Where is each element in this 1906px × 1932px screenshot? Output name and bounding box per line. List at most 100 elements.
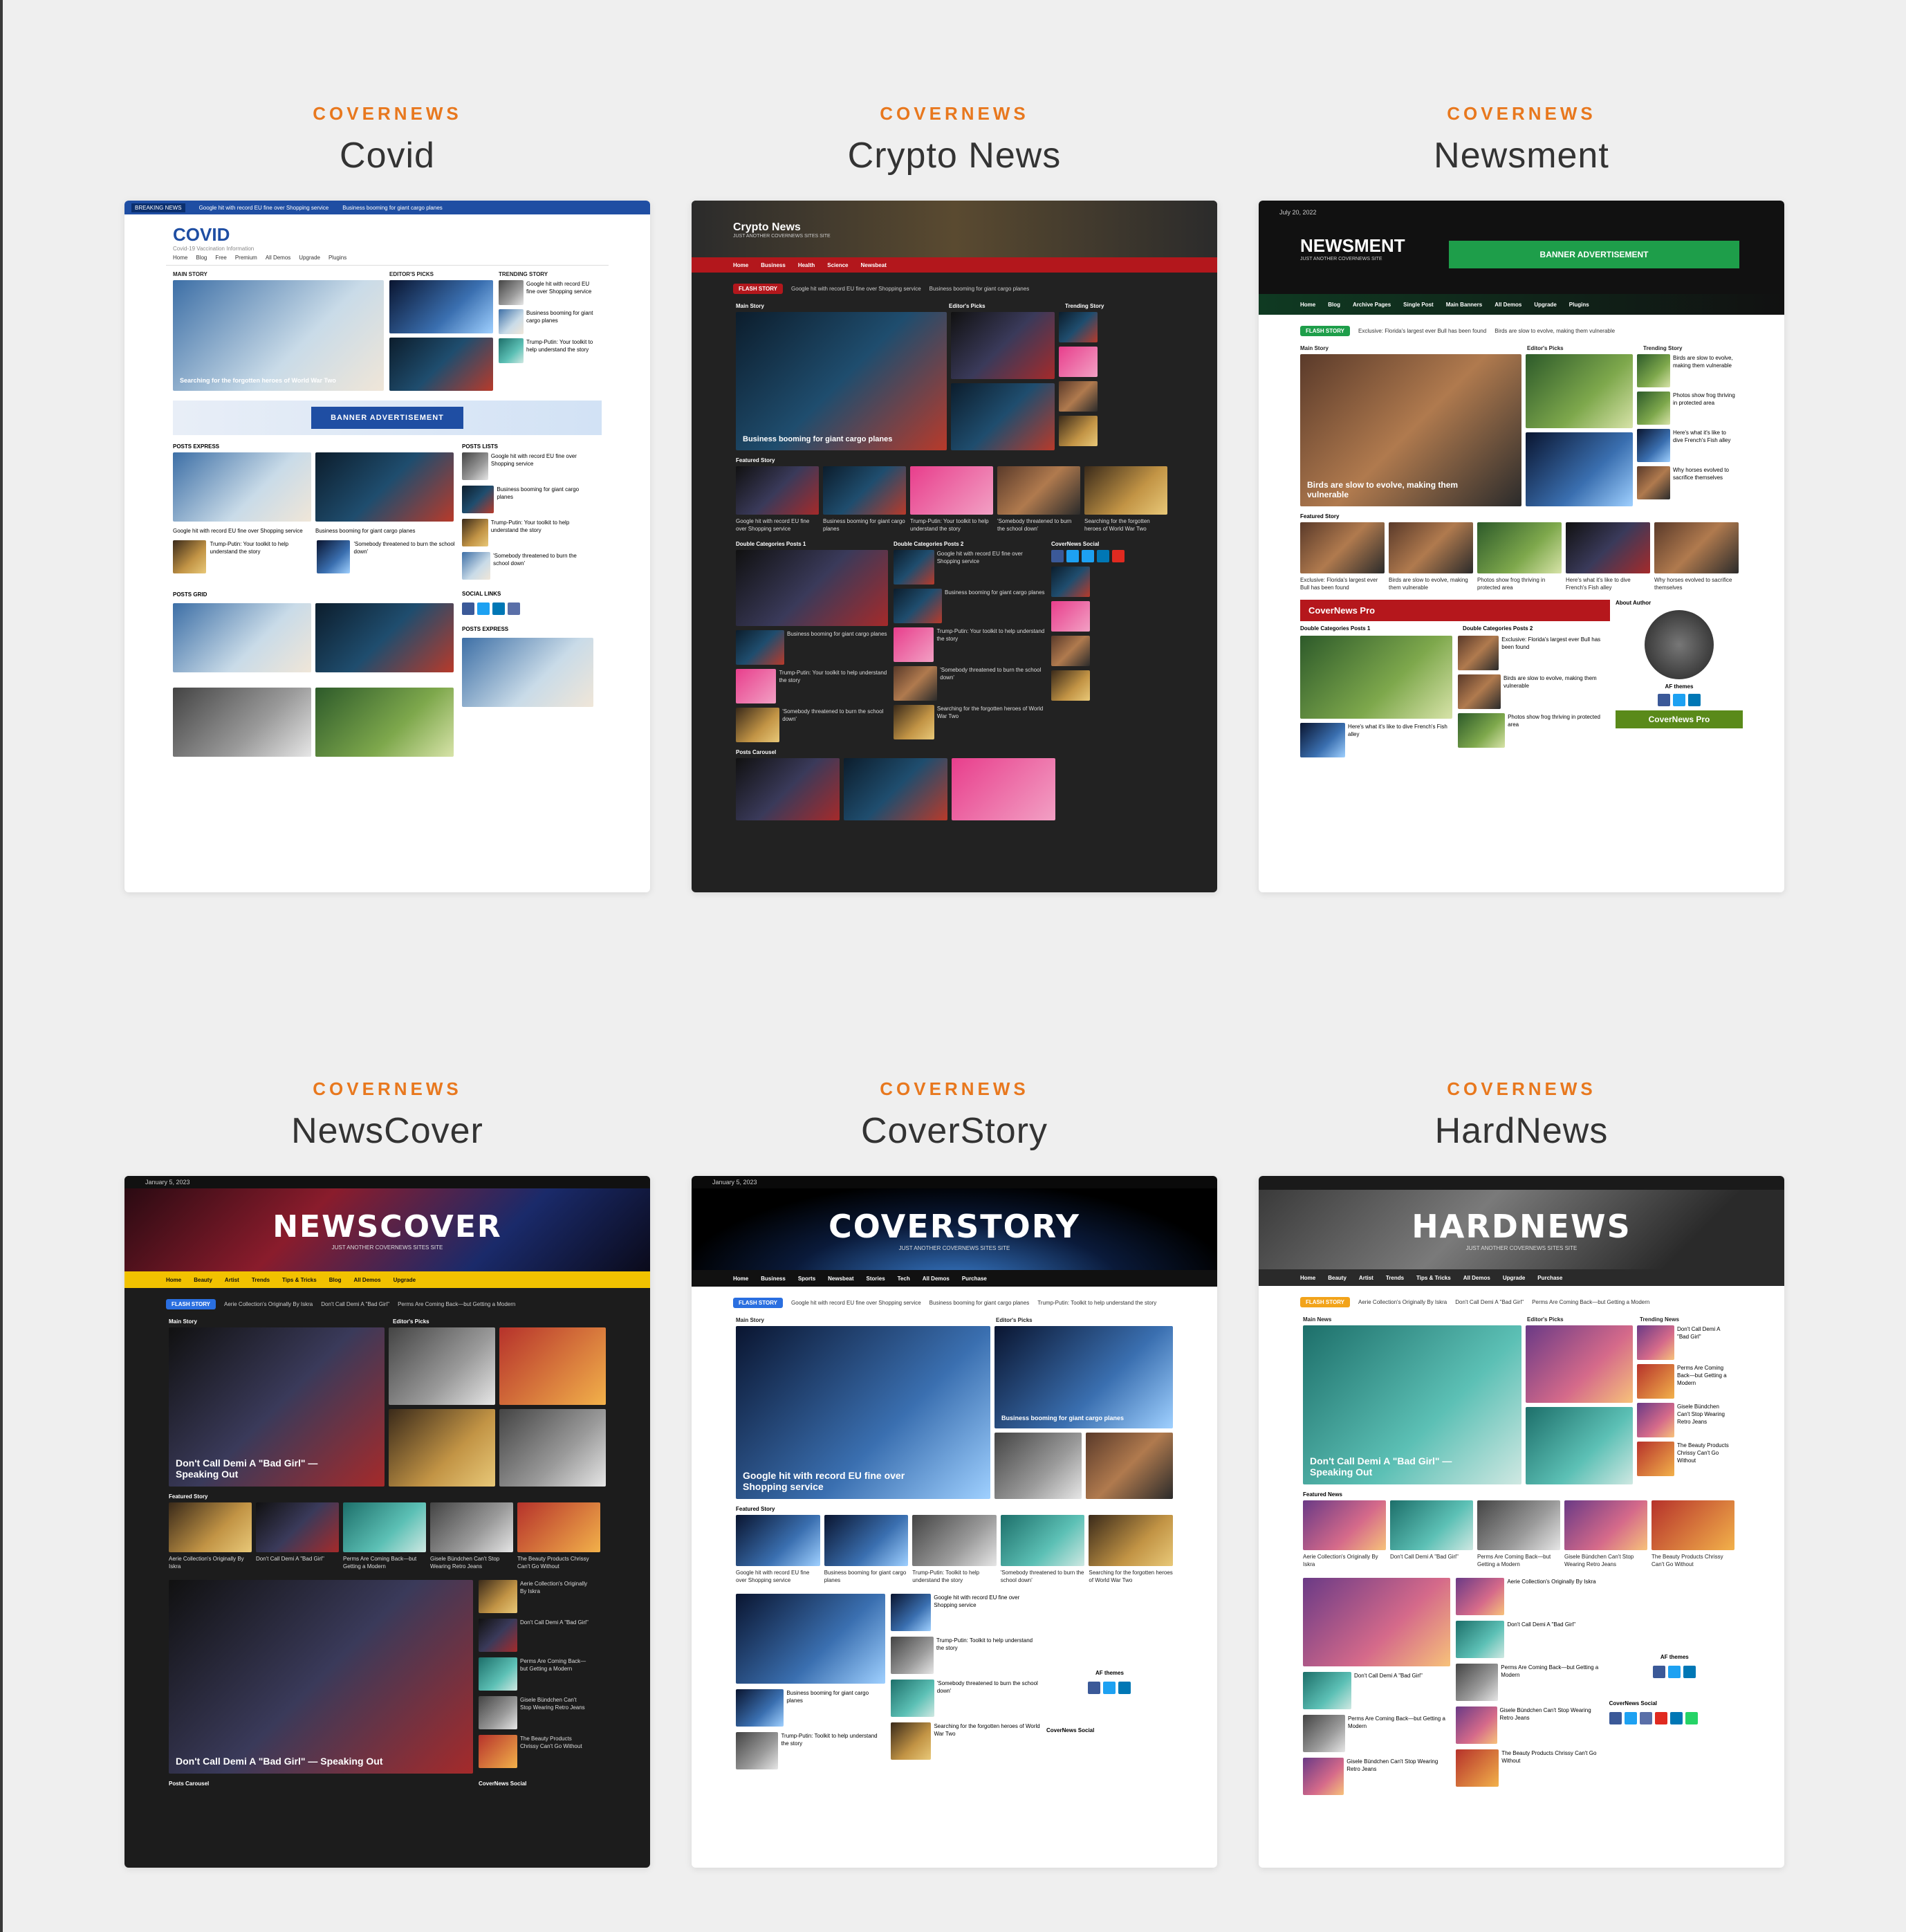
- post-title[interactable]: Google hit with record EU fine over Shop…: [173, 527, 311, 535]
- side-thumb[interactable]: [1051, 567, 1090, 597]
- double-post-thumb[interactable]: [1456, 1578, 1505, 1615]
- theme-preview-covid[interactable]: BREAKING NEWS Google hit with record EU …: [124, 201, 650, 892]
- double-post-thumb[interactable]: [736, 630, 784, 665]
- featured-title[interactable]: Why horses evolved to sacrifice themselv…: [1654, 576, 1739, 591]
- featured-title[interactable]: Gisele Bündchen Can't Stop Wearing Retro…: [1564, 1553, 1647, 1568]
- facebook-icon[interactable]: [1653, 1666, 1666, 1678]
- grid-image[interactable]: [173, 688, 311, 757]
- editors-pick-image[interactable]: [389, 338, 493, 391]
- nav-item[interactable]: Home: [733, 262, 748, 268]
- twitter-icon[interactable]: [1668, 1666, 1681, 1678]
- youtube-icon[interactable]: [1112, 550, 1125, 562]
- ticker-item[interactable]: Google hit with record EU fine over Shop…: [791, 1300, 921, 1306]
- featured-image[interactable]: [912, 1515, 997, 1566]
- youtube-icon[interactable]: [1654, 1712, 1667, 1724]
- double-post-image[interactable]: [736, 550, 888, 626]
- featured-image[interactable]: [430, 1502, 513, 1552]
- nav-item[interactable]: Plugins: [329, 255, 346, 261]
- main-story-image[interactable]: Birds are slow to evolve, making them vu…: [1300, 354, 1521, 506]
- trending-thumb[interactable]: [1059, 381, 1098, 412]
- theme-card-newscover[interactable]: COVERNEWS NewsCover January 5, 2023 NEWS…: [124, 1072, 650, 1868]
- double-post-title[interactable]: Google hit with record EU fine over Shop…: [934, 1594, 1041, 1631]
- list-thumb[interactable]: [462, 452, 488, 480]
- double-post-title[interactable]: Don't Call Demi A "Bad Girl": [1507, 1621, 1575, 1658]
- editors-pick-image[interactable]: [389, 1327, 495, 1405]
- double-post-thumb[interactable]: [1456, 1706, 1497, 1744]
- carousel-image[interactable]: [952, 758, 1055, 820]
- theme-card-newsment[interactable]: COVERNEWS Newsment July 20, 2022 NEWSMEN…: [1259, 97, 1784, 892]
- nav-item[interactable]: Upgrade: [1534, 302, 1556, 308]
- grid-image[interactable]: [315, 603, 454, 672]
- linkedin-icon[interactable]: [1118, 1682, 1131, 1694]
- nav-item[interactable]: Beauty: [194, 1277, 212, 1283]
- double-post-title[interactable]: Business booming for giant cargo planes: [786, 1689, 885, 1727]
- double-post-thumb[interactable]: [1303, 1672, 1351, 1709]
- facebook-icon[interactable]: [1051, 550, 1064, 562]
- nav-item[interactable]: Trends: [252, 1277, 270, 1283]
- trending-thumb[interactable]: [1637, 392, 1670, 425]
- featured-title[interactable]: Aerie Collection's Originally By Iskra: [1303, 1553, 1386, 1568]
- featured-title[interactable]: Google hit with record EU fine over Shop…: [736, 517, 819, 533]
- nav-item[interactable]: All Demos: [1463, 1275, 1490, 1281]
- post-image[interactable]: [462, 638, 593, 707]
- nav-item[interactable]: Premium: [235, 255, 257, 261]
- twitter-icon[interactable]: [477, 602, 490, 615]
- featured-image[interactable]: [1564, 1500, 1647, 1550]
- featured-title[interactable]: Don't Call Demi A "Bad Girl": [256, 1555, 339, 1570]
- trending-text[interactable]: Photos show frog thriving in protected a…: [1673, 392, 1735, 425]
- editors-pick-image[interactable]: [1086, 1433, 1173, 1499]
- ticker-item[interactable]: Aerie Collection's Originally By Iskra: [224, 1301, 313, 1307]
- ticker-item[interactable]: Business booming for giant cargo planes: [929, 286, 1030, 292]
- side-title[interactable]: The Beauty Products Chrissy Can't Go Wit…: [520, 1735, 589, 1768]
- double-post-title[interactable]: Searching for the forgotten heroes of Wo…: [937, 705, 1046, 739]
- trending-text[interactable]: Trump-Putin: Your toolkit to help unders…: [526, 338, 595, 363]
- post-title[interactable]: Trump-Putin: Your toolkit to help unders…: [210, 540, 313, 573]
- featured-title[interactable]: Trump-Putin: Your toolkit to help unders…: [910, 517, 993, 533]
- double-post-thumb[interactable]: [1456, 1664, 1499, 1701]
- double-post-title[interactable]: Searching for the forgotten heroes of Wo…: [934, 1722, 1041, 1760]
- nav-item[interactable]: Home: [1300, 302, 1315, 308]
- double-post-title[interactable]: Don't Call Demi A "Bad Girl": [1354, 1672, 1423, 1709]
- featured-image[interactable]: [1654, 522, 1739, 573]
- featured-title[interactable]: 'Somebody threatened to burn the school …: [1001, 1569, 1085, 1584]
- double-post-image[interactable]: [1303, 1578, 1451, 1666]
- featured-title[interactable]: Business booming for giant cargo planes: [824, 1569, 909, 1584]
- twitter-icon[interactable]: [1066, 550, 1079, 562]
- grid-image[interactable]: [315, 688, 454, 757]
- nav-item[interactable]: Tips & Tricks: [1416, 1275, 1451, 1281]
- nav-item[interactable]: Health: [798, 262, 815, 268]
- carousel-image[interactable]: [736, 758, 840, 820]
- trending-thumb[interactable]: [1637, 354, 1670, 387]
- linkedin-icon[interactable]: [1097, 550, 1109, 562]
- main-story-image[interactable]: Don't Call Demi A "Bad Girl" — Speaking …: [1303, 1325, 1521, 1484]
- double-post-thumb[interactable]: [736, 669, 777, 703]
- featured-image[interactable]: [736, 1515, 820, 1566]
- ticker-item[interactable]: Perms Are Coming Back—but Getting a Mode…: [1532, 1299, 1649, 1305]
- nav-item[interactable]: Newsbeat: [828, 1276, 853, 1282]
- side-thumb[interactable]: [479, 1657, 517, 1691]
- double-post-thumb[interactable]: [891, 1637, 934, 1674]
- nav-item[interactable]: Upgrade: [299, 255, 320, 261]
- double-post-thumb[interactable]: [1303, 1758, 1344, 1795]
- trending-thumb[interactable]: [1059, 312, 1098, 342]
- trending-thumb[interactable]: [1637, 1364, 1674, 1399]
- side-thumb[interactable]: [1051, 636, 1090, 666]
- theme-title[interactable]: Newsment: [1259, 131, 1784, 180]
- double-post-thumb[interactable]: [736, 708, 780, 742]
- nav-item[interactable]: Blog: [1328, 302, 1340, 308]
- nav-item[interactable]: Blog: [196, 255, 207, 261]
- featured-image[interactable]: [1477, 522, 1562, 573]
- main-story-image[interactable]: Searching for the forgotten heroes of Wo…: [173, 280, 384, 391]
- theme-card-hardnews[interactable]: COVERNEWS HardNews HARDNEWS JUST ANOTHER…: [1259, 1072, 1784, 1868]
- trending-text[interactable]: Don't Call Demi A "Bad Girl": [1677, 1325, 1732, 1360]
- twitter-icon[interactable]: [1624, 1712, 1637, 1724]
- double-post-thumb[interactable]: [891, 1594, 932, 1631]
- trending-thumb[interactable]: [1059, 416, 1098, 446]
- theme-preview-coverstory[interactable]: January 5, 2023 COVERSTORY JUST ANOTHER …: [692, 1176, 1217, 1868]
- featured-image[interactable]: [1390, 1500, 1473, 1550]
- list-title[interactable]: 'Somebody threatened to burn the school …: [493, 552, 593, 580]
- featured-image[interactable]: [1389, 522, 1473, 573]
- trending-thumb[interactable]: [1637, 1325, 1674, 1360]
- trending-text[interactable]: Birds are slow to evolve, making them vu…: [1673, 354, 1735, 387]
- nav-item[interactable]: Artist: [225, 1277, 239, 1283]
